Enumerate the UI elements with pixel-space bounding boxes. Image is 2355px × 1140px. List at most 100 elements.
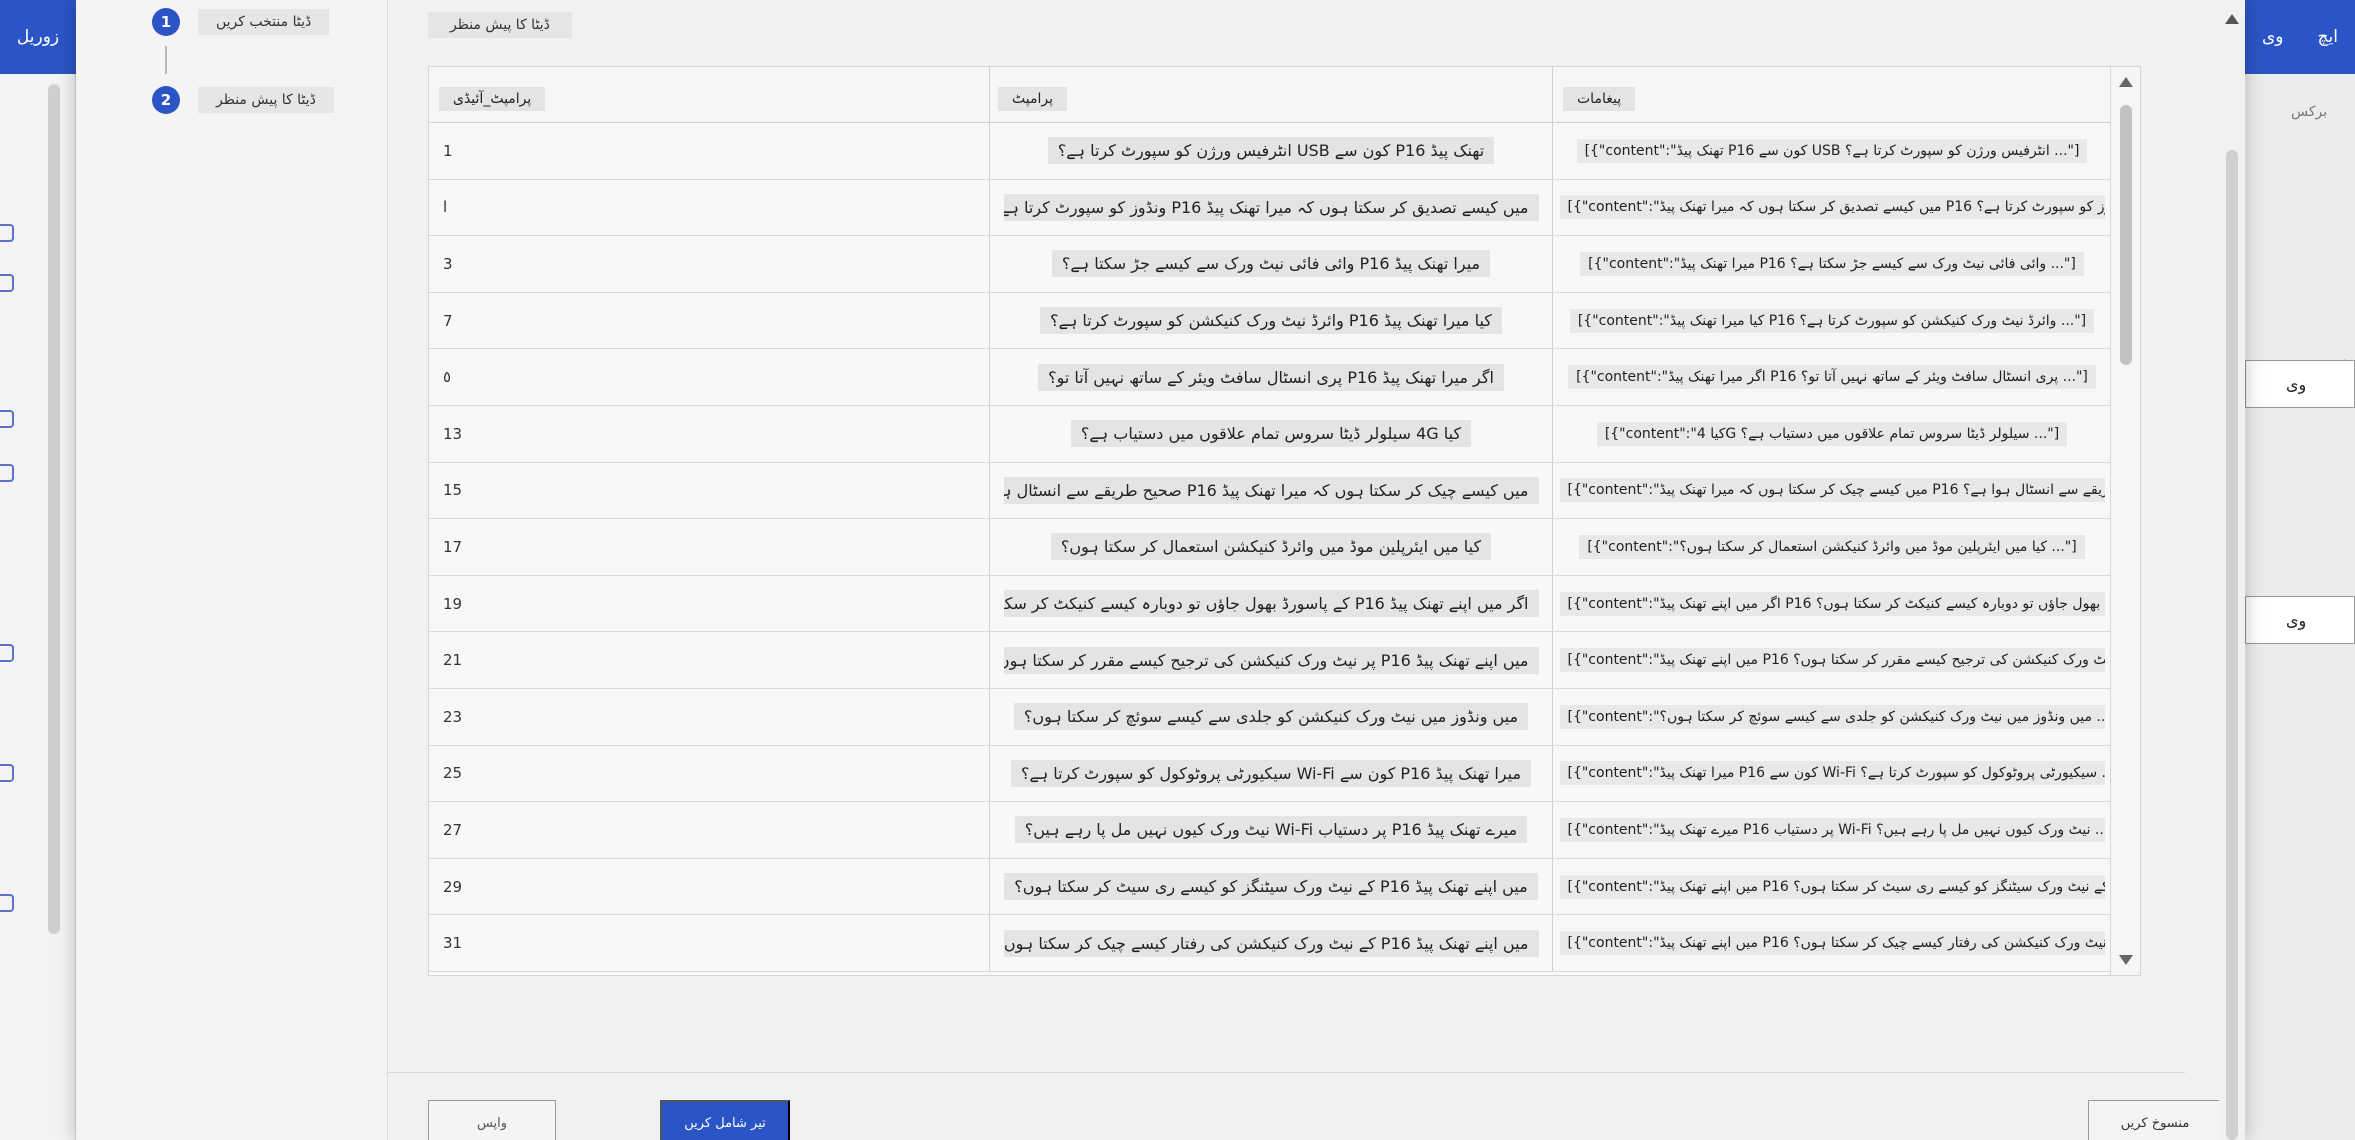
dialog-scrollbar[interactable] <box>2219 0 2245 1140</box>
prompt-id-value: 17 <box>443 537 463 556</box>
cell-prompt: میں ونڈوز میں نیٹ ورک کنیکشن کو جلدی سے … <box>990 688 1553 745</box>
scroll-thumb[interactable] <box>2226 150 2238 1140</box>
cell-prompt-id: 15 <box>429 462 990 519</box>
prompt-value: میں اپنے تھنک پیڈ P16 پر نیٹ ورک کنیکشن … <box>1003 646 1539 674</box>
prompt-id-value: 13 <box>443 424 463 443</box>
table-row[interactable]: 1 تھنک پیڈ P16 کون سے USB انٹرفیس ورژن کو… <box>429 123 2112 180</box>
cell-prompt-id: 19 <box>429 575 990 632</box>
messages-value: [{"content":"کیا میرا تھنک پیڈ P16 وائرڈ… <box>1569 308 2095 333</box>
cell-prompt-id: 23 <box>429 688 990 745</box>
table-row[interactable]: 17 کیا میں ایئرپلین موڈ میں وائرڈ کنیکشن … <box>429 519 2112 576</box>
header-prompt-id[interactable]: پرامپٹ_آئیڈی <box>429 67 990 123</box>
data-icon <box>0 274 14 292</box>
left-nav-rail <box>0 74 76 1140</box>
scroll-up-icon[interactable] <box>2119 77 2133 87</box>
table-row[interactable]: 29 میں اپنے تھنک پیڈ P16 کے نیٹ ورک سیٹنگ… <box>429 858 2112 916</box>
table-row[interactable]: 23 میں ونڈوز میں نیٹ ورک کنیکشن کو جلدی س… <box>429 688 2112 746</box>
panel-label: برکس <box>2291 104 2328 120</box>
cell-prompt: کیا میرا تھنک پیڈ P16 وائرڈ نیٹ ورک کنیک… <box>990 292 1553 349</box>
prompt-value: میں ونڈوز میں نیٹ ورک کنیکشن کو جلدی سے … <box>1013 703 1529 731</box>
step-label: ڈیٹا منتخب کریں <box>198 9 330 35</box>
cell-prompt-id: 3 <box>429 236 990 292</box>
header-prompt[interactable]: پرامپٹ <box>990 67 1553 123</box>
prompt-id-value: 29 <box>443 877 463 896</box>
cell-prompt: میں اپنے تھنک پیڈ P16 کے نیٹ ورک سیٹنگز … <box>990 858 1553 915</box>
dialog-content: ڈیٹا کا پیش منظر پرامپٹ_آئیڈی پرامپٹ پیغ… <box>388 0 2245 1140</box>
flow-icon <box>0 464 14 482</box>
header-label: پرامپٹ_آئیڈی <box>439 87 546 111</box>
prompt-id-value: 1 <box>443 141 453 160</box>
cell-messages: [{"content":"اگر میرا تھنک پیڈ P16 پری ا… <box>1553 349 2112 405</box>
header-label: پرامپٹ <box>998 87 1067 111</box>
cell-prompt: کیا 4G سیلولر ڈیٹا سروس تمام علاقوں میں … <box>990 405 1553 462</box>
scroll-down-icon[interactable] <box>2119 955 2133 965</box>
cell-messages: [{"content":"کیا 4G سیلولر ڈیٹا سروس تما… <box>1553 405 2112 462</box>
prompt-id-value: 3 <box>443 254 453 273</box>
next-button[interactable]: تیر شامل کریں <box>660 1100 790 1140</box>
cell-messages: [{"content":"اگر میں اپنے تھنک پیڈ P16 ک… <box>1553 575 2112 632</box>
cancel-button[interactable]: منسوخ کریں <box>2088 1100 2222 1140</box>
table-row[interactable]: 25 میرا تھنک پیڈ P16 کون سے Wi-Fi سیکیورٹ… <box>429 745 2112 803</box>
messages-value: [{"content":"کیا میں ایئرپلین موڈ میں وا… <box>1579 534 2085 559</box>
table-row[interactable]: 13 کیا 4G سیلولر ڈیٹا سروس تمام علاقوں می… <box>429 405 2112 463</box>
table-row[interactable]: ٥ اگر میرا تھنک پیڈ P16 پری انسٹال سافٹ و… <box>429 349 2112 406</box>
table-row[interactable]: 31 میں اپنے تھنک پیڈ P16 کے نیٹ ورک کنیکش… <box>429 915 2112 972</box>
prompt-value: میرے تھنک پیڈ P16 پر دستیاب Wi-Fi نیٹ ور… <box>1014 816 1528 844</box>
back-button[interactable]: واپس <box>428 1100 556 1140</box>
step-preview-data[interactable]: 2 ڈیٹا کا پیش منظر <box>152 86 334 114</box>
header-label: پیغامات <box>1563 87 1636 111</box>
table-row[interactable]: 7 کیا میرا تھنک پیڈ P16 وائرڈ نیٹ ورک کنی… <box>429 292 2112 350</box>
messages-value: [{"content":"میرا تھنک پیڈ P16 وائی فائی… <box>1580 251 2084 276</box>
panel-field-2[interactable]: وی <box>2245 596 2355 644</box>
prompt-value: میں کیسے تصدیق کر سکتا ہوں کہ میرا تھنک … <box>1003 193 1539 221</box>
table-scrollbar[interactable] <box>2110 67 2140 975</box>
step-select-data[interactable]: 1 ڈیٹا منتخب کریں <box>152 8 330 36</box>
preview-table: پرامپٹ_آئیڈی پرامپٹ پیغامات 1 تھنک پیڈ P1… <box>428 66 2141 976</box>
cell-prompt-id: 21 <box>429 632 990 688</box>
messages-value: [{"content":"میں ونڈوز میں نیٹ ورک کنیکش… <box>1559 704 2105 729</box>
table-row[interactable]: 21 میں اپنے تھنک پیڈ P16 پر نیٹ ورک کنیکش… <box>429 632 2112 689</box>
home-icon <box>0 224 14 242</box>
scroll-thumb[interactable] <box>2120 105 2132 365</box>
messages-value: [{"content":"اگر میں اپنے تھنک پیڈ P16 ک… <box>1559 591 2105 616</box>
prompt-value: تھنک پیڈ P16 کون سے USB انٹرفیس ورژن کو … <box>1047 137 1495 165</box>
cell-prompt: میرا تھنک پیڈ P16 کون سے Wi-Fi سیکیورٹی … <box>990 745 1553 802</box>
cell-prompt: میں اپنے تھنک پیڈ P16 پر نیٹ ورک کنیکشن … <box>990 632 1553 688</box>
top-right-item-1[interactable]: وی <box>2262 27 2284 47</box>
rail-scrollbar[interactable] <box>48 84 60 934</box>
scroll-up-icon[interactable] <box>2225 14 2239 24</box>
prompt-value: کیا میں ایئرپلین موڈ میں وائرڈ کنیکشن اس… <box>1050 533 1492 561</box>
cell-messages: [{"content":"میں ونڈوز میں نیٹ ورک کنیکش… <box>1553 688 2112 745</box>
table-row[interactable]: ا میں کیسے تصدیق کر سکتا ہوں کہ میرا تھنک… <box>429 179 2112 237</box>
cell-messages: [{"content":"میرا تھنک پیڈ P16 وائی فائی… <box>1553 236 2112 292</box>
cell-messages: [{"content":"میں کیسے تصدیق کر سکتا ہوں … <box>1553 179 2112 236</box>
app-title: زوریل <box>16 27 60 47</box>
footer-divider <box>388 1072 2185 1073</box>
top-right-item-2[interactable]: ایچ <box>2318 27 2338 47</box>
messages-value: [{"content":"تھنک پیڈ P16 کون سے USB انٹ… <box>1576 138 2088 163</box>
prompt-value: میں کیسے چیک کر سکتا ہوں کہ میرا تھنک پی… <box>1003 476 1539 504</box>
tools-icon <box>0 764 14 782</box>
cell-prompt-id: 1 <box>429 123 990 179</box>
table-row[interactable]: 3 میرا تھنک پیڈ P16 وائی فائی نیٹ ورک سے … <box>429 236 2112 293</box>
cell-messages: [{"content":"میرا تھنک پیڈ P16 کون سے Wi… <box>1553 745 2112 802</box>
prompt-value: میرا تھنک پیڈ P16 کون سے Wi-Fi سیکیورٹی … <box>1010 759 1532 787</box>
panel-field-1[interactable]: وی <box>2245 360 2355 408</box>
cell-messages: [{"content":"کیا میرا تھنک پیڈ P16 وائرڈ… <box>1553 292 2112 349</box>
cell-prompt-id: 7 <box>429 292 990 349</box>
table-row[interactable]: 19 اگر میں اپنے تھنک پیڈ P16 کے پاسورڈ بھ… <box>429 575 2112 633</box>
messages-value: [{"content":"میں کیسے تصدیق کر سکتا ہوں … <box>1559 195 2105 220</box>
table-row[interactable]: 15 میں کیسے چیک کر سکتا ہوں کہ میرا تھنک … <box>429 462 2112 520</box>
cell-prompt-id: 29 <box>429 858 990 915</box>
header-messages[interactable]: پیغامات <box>1553 67 2112 123</box>
table-row[interactable]: 27 میرے تھنک پیڈ P16 پر دستیاب Wi-Fi نیٹ … <box>429 802 2112 859</box>
prompt-value: میں اپنے تھنک پیڈ P16 کے نیٹ ورک کنیکشن … <box>1003 929 1539 957</box>
cell-prompt-id: 13 <box>429 405 990 462</box>
prompt-value: میرا تھنک پیڈ P16 وائی فائی نیٹ ورک سے ک… <box>1051 250 1491 278</box>
messages-value: [{"content":"اگر میرا تھنک پیڈ P16 پری ا… <box>1568 365 2096 390</box>
prompt-value: کیا میرا تھنک پیڈ P16 وائرڈ نیٹ ورک کنیک… <box>1040 307 1502 335</box>
prompt-id-value: 31 <box>443 934 463 953</box>
step-number: 2 <box>152 86 180 114</box>
step-connector <box>165 46 167 74</box>
prompt-id-value: ٥ <box>443 368 452 387</box>
